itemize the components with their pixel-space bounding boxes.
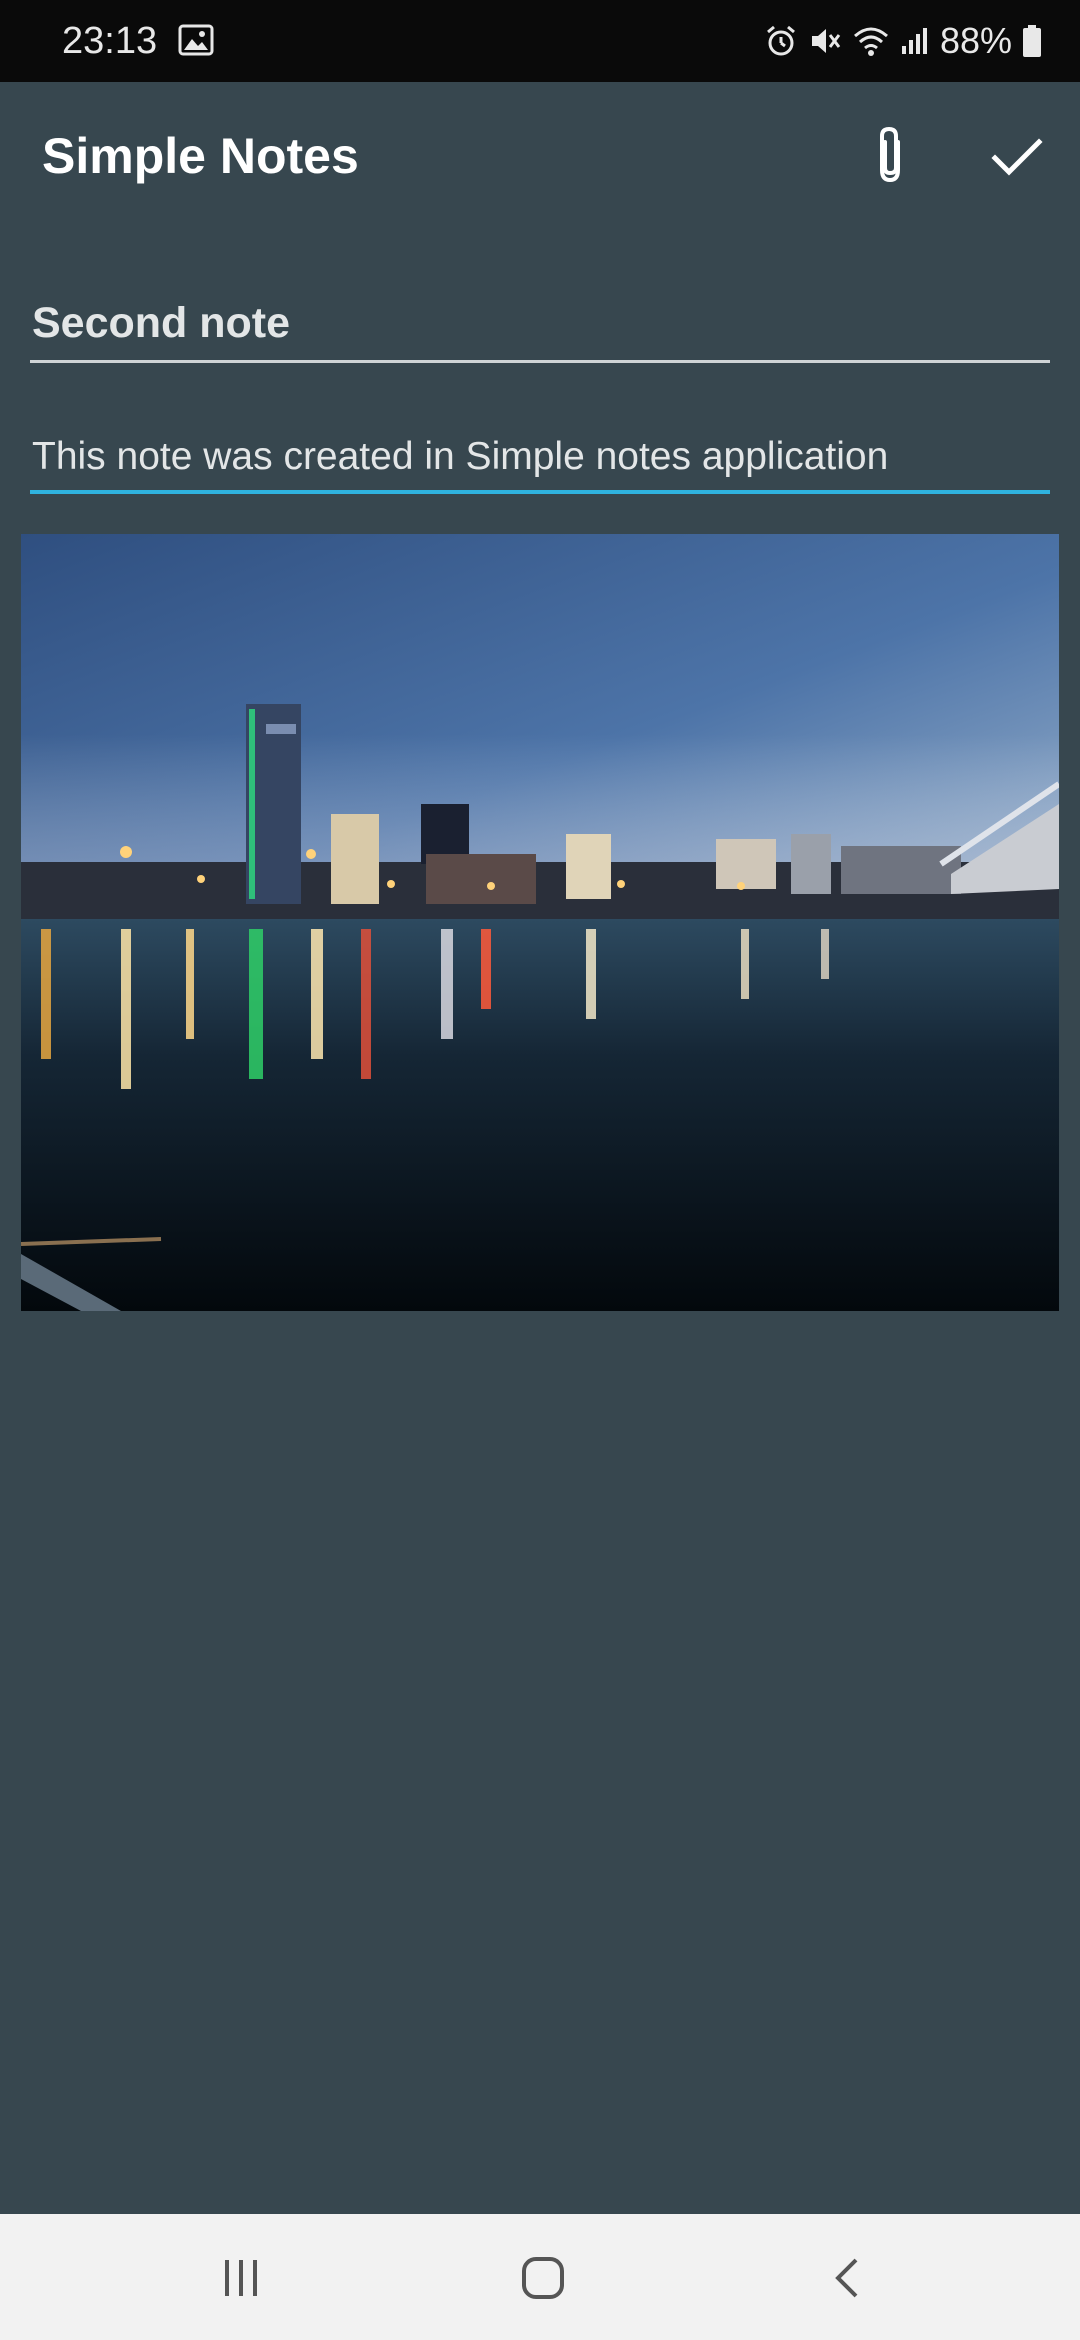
note-title-text[interactable]: Second note [32,295,290,351]
status-icons: 88% [764,18,1042,64]
gallery-icon [178,24,214,56]
mute-icon [811,29,841,53]
wifi-icon [853,27,888,56]
back-icon [835,2258,858,2298]
attach-button[interactable] [860,118,920,194]
battery-percent: 88% [939,20,1012,61]
save-button[interactable] [982,122,1052,192]
recent-apps-button[interactable] [196,2238,286,2318]
alarm-icon [766,25,795,56]
back-button[interactable] [802,2238,892,2318]
app-title: Simple Notes [42,128,359,184]
battery-icon [1023,25,1041,57]
toolbar: Simple Notes [0,82,1080,232]
note-title-field[interactable]: Second note [30,290,1050,363]
note-body-text[interactable]: This note was created in Simple notes ap… [32,432,888,482]
status-time: 23:13 [62,20,158,62]
navigation-bar [0,2214,1080,2340]
paperclip-icon [880,126,900,183]
home-button[interactable] [498,2238,588,2318]
status-bar: 23:13 88% [0,0,1080,82]
signal-icon [901,28,927,54]
note-body-field[interactable]: This note was created in Simple notes ap… [30,428,1050,494]
checkmark-icon [991,138,1043,176]
recent-apps-icon [225,2260,257,2296]
note-image[interactable] [21,534,1059,1311]
home-icon [522,2257,564,2299]
